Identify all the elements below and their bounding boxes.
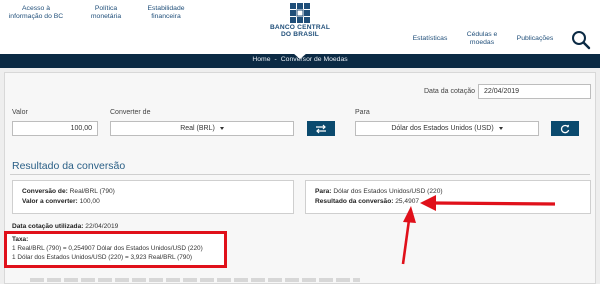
chevron-down-icon xyxy=(498,126,503,130)
nav-estabilidade-financeira[interactable]: Estabilidade financeira xyxy=(142,5,190,21)
para-label: Para xyxy=(355,109,370,116)
taxa-line-2: 1 Dólar dos Estados Unidos/USD (220) = 3… xyxy=(12,254,193,261)
date-label: Data da cotação xyxy=(424,88,475,95)
divider xyxy=(10,174,590,175)
site-header: Acesso à informação do BC Política monet… xyxy=(0,0,600,54)
breadcrumb-current: Conversor de Moedas xyxy=(280,56,348,63)
nav-politica-monetaria[interactable]: Política monetária xyxy=(84,5,128,21)
arrow-up-icon xyxy=(403,206,416,223)
nav-acesso-informacao[interactable]: Acesso à informação do BC xyxy=(8,5,64,21)
valor-input[interactable]: 100,00 xyxy=(12,121,98,136)
nav-publicacoes[interactable]: Publicações xyxy=(512,35,558,43)
converter-de-select[interactable]: Real (BRL) xyxy=(110,121,294,136)
annotation-arrows xyxy=(401,195,556,265)
bcb-logo[interactable]: BANCO CENTRAL DO BRASIL xyxy=(266,2,334,46)
nav-estatisticas[interactable]: Estatísticas xyxy=(408,35,452,43)
data-cotacao-utilizada: Data cotação utilizada: 22/04/2019 xyxy=(12,223,119,230)
bcb-emblem-icon xyxy=(290,3,310,23)
converter-de-label: Converter de xyxy=(110,109,151,116)
para-select[interactable]: Dólar dos Estados Unidos (USD) xyxy=(355,121,539,136)
valor-label: Valor xyxy=(12,109,28,116)
arrow-left-icon xyxy=(420,195,436,211)
chevron-down-icon xyxy=(219,126,224,130)
date-field[interactable]: 22/04/2019 xyxy=(478,84,591,99)
breadcrumb-home[interactable]: Home xyxy=(252,56,270,63)
taxa-line-1: 1 Real/BRL (790) = 0,254907 Dólar dos Es… xyxy=(12,245,203,252)
breadcrumb: Home - Conversor de Moedas xyxy=(252,56,348,63)
swap-currencies-button[interactable] xyxy=(307,121,335,136)
swap-arrows-icon xyxy=(316,124,326,134)
footnote-text xyxy=(30,278,360,282)
result-title: Resultado da conversão xyxy=(12,160,126,172)
refresh-icon xyxy=(560,124,570,133)
breadcrumb-bar: Home - Conversor de Moedas xyxy=(0,53,600,68)
result-source-card: Conversão de: Real/BRL (790) Valor a con… xyxy=(12,180,294,214)
taxa-label: Taxa: xyxy=(12,236,29,243)
refresh-button[interactable] xyxy=(551,121,579,136)
nav-cedulas-moedas[interactable]: Cédulas e moedas xyxy=(464,31,500,47)
search-icon[interactable] xyxy=(571,30,591,50)
